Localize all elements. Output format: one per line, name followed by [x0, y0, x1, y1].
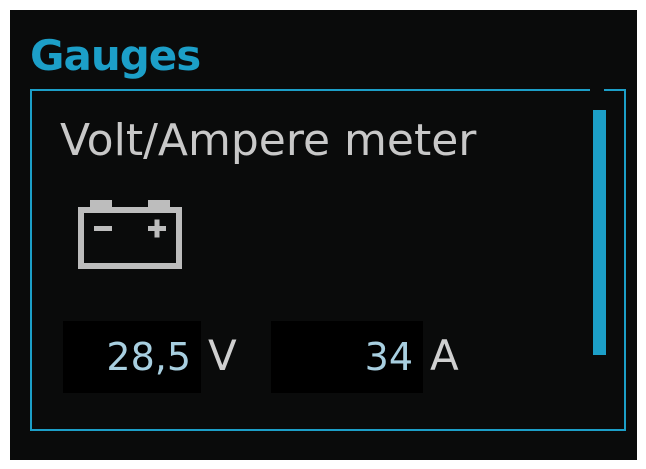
page-title: Gauges — [30, 31, 201, 80]
voltage-value-box: 28,5 — [63, 321, 201, 393]
voltage-unit: V — [208, 331, 237, 380]
vertical-scrollbar[interactable] — [590, 110, 610, 355]
widget-title: Volt/Ampere meter — [60, 115, 477, 166]
battery-icon — [78, 200, 182, 269]
gauges-screen: Gauges Volt/Ampere meter 28,5 V 34 A — [10, 10, 637, 460]
current-unit: A — [430, 331, 459, 380]
current-value-box: 34 — [271, 321, 423, 393]
scrollbar-thumb[interactable] — [593, 110, 606, 355]
voltage-value: 28,5 — [106, 335, 191, 379]
current-value: 34 — [364, 335, 413, 379]
volt-ampere-meter-widget[interactable]: Volt/Ampere meter 28,5 V 34 A — [30, 88, 626, 431]
